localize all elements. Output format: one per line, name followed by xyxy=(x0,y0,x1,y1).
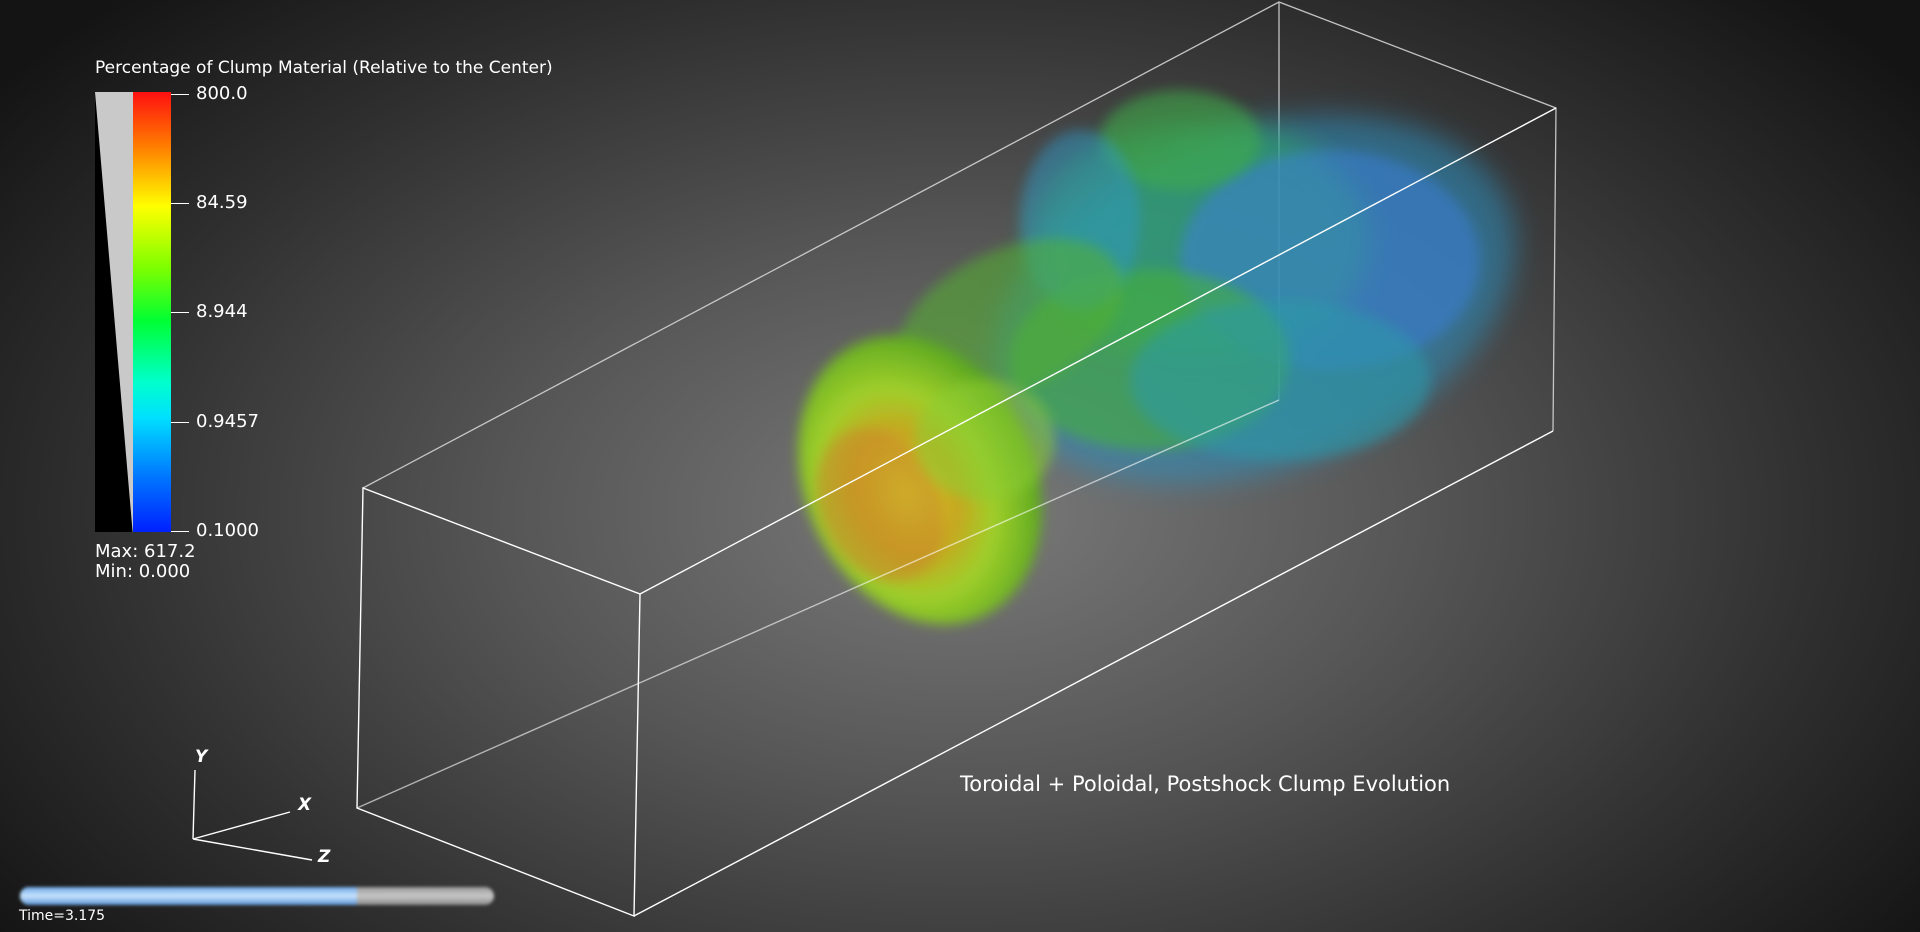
colorbar-tick xyxy=(171,422,189,423)
opacity-transfer-bar xyxy=(95,92,133,532)
time-progress-bar[interactable] xyxy=(20,887,494,905)
orientation-axes xyxy=(192,769,313,861)
range-max: Max: 617.2 xyxy=(95,541,196,562)
time-readout: Time=3.175 xyxy=(19,908,106,924)
colorbar-tick xyxy=(171,531,189,532)
colorbar-title: Percentage of Clump Material (Relative t… xyxy=(95,58,553,78)
axis-label-y: Y xyxy=(195,747,208,767)
time-progress-fill xyxy=(20,887,357,905)
colorbar-tick-label: 0.1000 xyxy=(196,520,259,541)
colorbar-tick-label: 800.0 xyxy=(196,83,248,104)
axis-label-z: Z xyxy=(318,847,331,867)
colorbar-tick xyxy=(171,94,189,95)
range-min: Min: 0.000 xyxy=(95,561,191,582)
colorbar-tick-label: 84.59 xyxy=(196,192,248,213)
axis-label-x: X xyxy=(298,795,312,815)
colorbar-tick xyxy=(171,203,189,204)
scene-caption: Toroidal + Poloidal, Postshock Clump Evo… xyxy=(960,772,1451,796)
colorbar-tick-label: 8.944 xyxy=(196,301,248,322)
colorbar xyxy=(133,92,171,532)
colorbar-tick-label: 0.9457 xyxy=(196,411,259,432)
colorbar-tick xyxy=(171,312,189,313)
